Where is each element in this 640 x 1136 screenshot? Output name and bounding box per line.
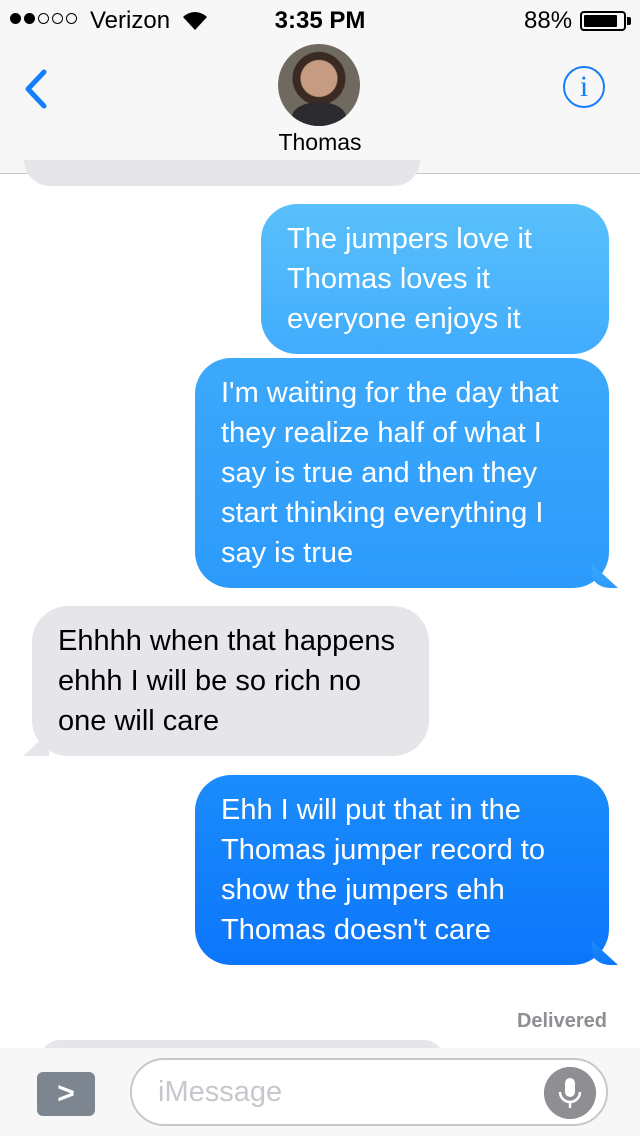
imessage-input[interactable]: iMessage — [130, 1058, 608, 1126]
outgoing-message-bubble[interactable]: The jumpers love it Thomas loves it ever… — [261, 204, 609, 354]
microphone-icon[interactable] — [544, 1067, 596, 1119]
outgoing-message-bubble[interactable]: I'm waiting for the day that they realiz… — [195, 358, 609, 588]
battery-tip — [627, 17, 631, 25]
contact-name[interactable]: Thomas — [0, 129, 640, 156]
delivery-status: Delivered — [516, 1010, 607, 1032]
status-bar: Verizon 3:35 PM 88% — [0, 0, 640, 40]
partial-incoming-bubble — [24, 160, 420, 186]
outgoing-message-bubble[interactable]: Ehh I will put that in the Thomas jumper… — [195, 775, 609, 965]
battery-level — [584, 15, 618, 27]
battery-icon — [580, 11, 626, 31]
message-composer: > iMessage — [0, 1048, 640, 1136]
avatar-shirt — [292, 102, 346, 126]
expand-apps-button[interactable]: > — [37, 1072, 95, 1116]
contact-avatar[interactable] — [278, 44, 360, 126]
info-icon[interactable]: i — [563, 66, 605, 108]
incoming-message-bubble[interactable]: Ehhhh when that happens ehhh I will be s… — [32, 606, 429, 756]
battery-percentage: 88% — [524, 7, 573, 34]
chevron-left-icon[interactable] — [18, 64, 58, 114]
conversation-header: Thomas i — [0, 40, 640, 174]
